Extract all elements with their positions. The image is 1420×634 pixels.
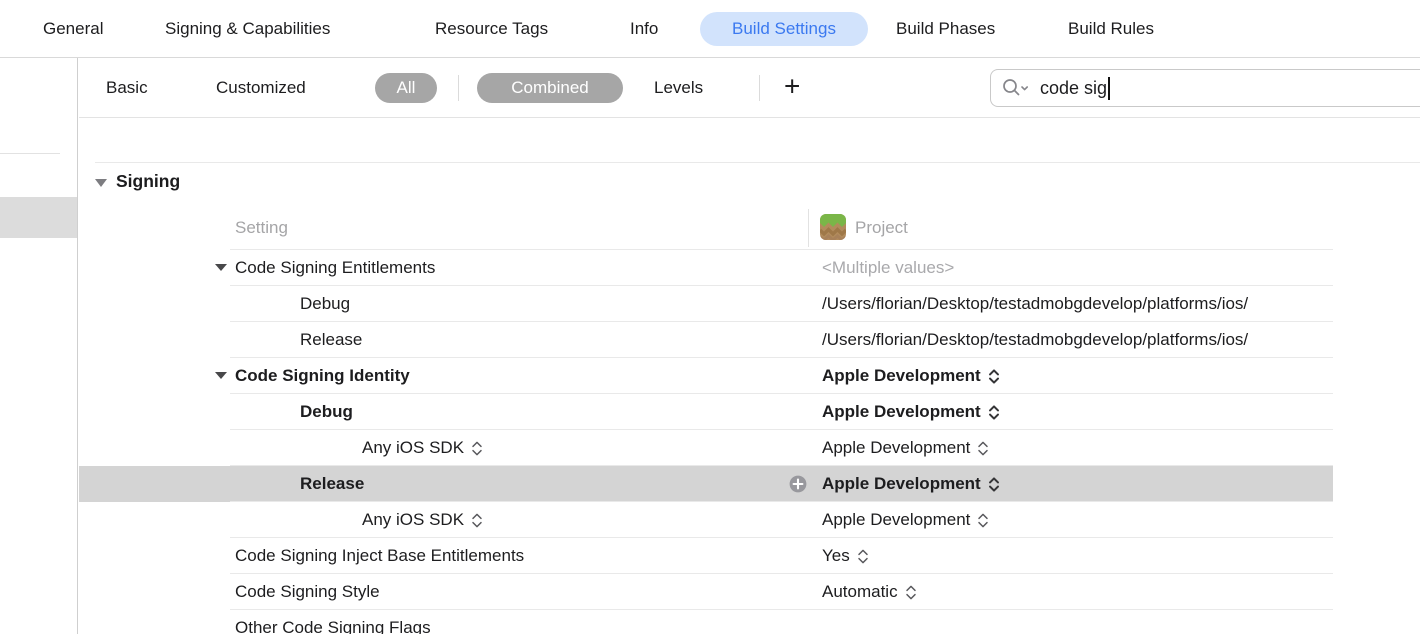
stepper-icon[interactable] [471, 440, 483, 457]
section-title: Signing [116, 171, 180, 192]
disclosure-triangle-icon[interactable] [215, 264, 227, 271]
setting-value-text: Apple Development [822, 474, 981, 494]
tab-build-rules[interactable]: Build Rules [1068, 19, 1154, 39]
table-row[interactable]: Code Signing Identity Apple Development [79, 358, 1333, 394]
disclosure-triangle-icon[interactable] [95, 179, 107, 187]
setting-value-text: /Users/florian/Desktop/testadmobgdevelop… [822, 294, 1248, 314]
signing-section-header[interactable]: Signing [95, 171, 180, 192]
stepper-icon[interactable] [977, 512, 989, 529]
setting-name: Code Signing Entitlements [235, 250, 435, 286]
setting-value[interactable]: Automatic [822, 574, 917, 610]
column-header-setting: Setting [235, 205, 288, 250]
add-setting-button[interactable]: + [784, 70, 800, 102]
setting-name: Release [300, 322, 362, 358]
table-row[interactable]: Code Signing Inject Base Entitlements Yes [79, 538, 1333, 574]
setting-value-text: Apple Development [822, 366, 981, 386]
setting-name: Release [300, 466, 364, 502]
build-settings-main: Basic Customized All Combined Levels + c… [79, 58, 1420, 634]
navigator-sidebar-edge [0, 58, 78, 634]
setting-name: Debug [300, 286, 350, 322]
search-icon [1001, 77, 1031, 99]
table-row[interactable]: Any iOS SDK Apple Development [79, 502, 1333, 538]
disclosure-triangle-icon[interactable] [215, 372, 227, 379]
setting-name: Any iOS SDK [362, 430, 483, 466]
column-divider [808, 209, 809, 247]
table-row[interactable]: Release/Users/florian/Desktop/testadmobg… [79, 322, 1333, 358]
section-divider [95, 162, 1420, 163]
setting-name: Code Signing Identity [235, 358, 410, 394]
stepper-icon[interactable] [977, 440, 989, 457]
setting-name: Code Signing Style [235, 574, 380, 610]
tab-signing-capabilities[interactable]: Signing & Capabilities [165, 19, 330, 39]
setting-value-text: /Users/florian/Desktop/testadmobgdevelop… [822, 330, 1248, 350]
setting-value[interactable]: Apple Development [822, 394, 1000, 430]
setting-value-text: <Multiple values> [822, 258, 954, 278]
toolbar-separator [458, 75, 459, 101]
tab-general[interactable]: General [43, 19, 103, 39]
setting-value-text: Apple Development [822, 402, 981, 422]
setting-value[interactable]: Apple Development [822, 358, 1000, 394]
add-value-icon[interactable] [789, 475, 807, 493]
column-header-project: Project [855, 205, 908, 250]
stepper-icon[interactable] [988, 476, 1000, 493]
setting-value[interactable]: Apple Development [822, 502, 989, 538]
setting-name: Any iOS SDK [362, 502, 483, 538]
tab-build-phases[interactable]: Build Phases [896, 19, 995, 39]
tab-info[interactable]: Info [630, 19, 658, 39]
text-cursor [1108, 77, 1110, 100]
setting-value-text: Apple Development [822, 438, 970, 458]
filter-customized[interactable]: Customized [216, 78, 306, 98]
setting-value[interactable]: Apple Development [822, 430, 989, 466]
target-tab-bar: General Signing & Capabilities Resource … [0, 0, 1420, 58]
tab-build-settings[interactable]: Build Settings [700, 12, 868, 46]
table-row[interactable]: Release Apple Development [79, 466, 1333, 502]
setting-value-text: Apple Development [822, 510, 970, 530]
tab-resource-tags[interactable]: Resource Tags [435, 19, 548, 39]
filter-levels[interactable]: Levels [654, 78, 703, 98]
table-row[interactable]: Code Signing Entitlements <Multiple value… [79, 250, 1333, 286]
table-row[interactable]: Any iOS SDK Apple Development [79, 430, 1333, 466]
table-row[interactable]: Code Signing Style Automatic [79, 574, 1333, 610]
search-input[interactable]: code sig [990, 69, 1420, 107]
setting-name: Other Code Signing Flags [235, 610, 431, 634]
setting-value-text: Automatic [822, 582, 898, 602]
stepper-icon[interactable] [988, 404, 1000, 421]
setting-value[interactable]: Apple Development [822, 466, 1000, 502]
settings-content: Signing Setting Project Code Signing Ent… [79, 118, 1420, 634]
setting-name: Debug [300, 394, 353, 430]
filter-basic[interactable]: Basic [106, 78, 148, 98]
grass-block-app-icon [820, 214, 846, 240]
filter-toolbar: Basic Customized All Combined Levels + c… [79, 58, 1420, 118]
sidebar-selected-item[interactable] [0, 197, 77, 238]
toolbar-separator [759, 75, 760, 101]
sidebar-divider [0, 153, 60, 154]
stepper-icon[interactable] [471, 512, 483, 529]
setting-name: Code Signing Inject Base Entitlements [235, 538, 524, 574]
setting-value-text: Yes [822, 546, 850, 566]
table-row[interactable]: Debug/Users/florian/Desktop/testadmobgde… [79, 286, 1333, 322]
stepper-icon[interactable] [857, 548, 869, 565]
table-row[interactable]: Other Code Signing Flags [79, 610, 1333, 634]
table-row[interactable]: Debug Apple Development [79, 394, 1333, 430]
stepper-icon[interactable] [988, 368, 1000, 385]
filter-all-pill[interactable]: All [375, 73, 437, 103]
settings-rows: Code Signing Entitlements <Multiple value… [79, 250, 1333, 634]
xcode-build-settings-pane: General Signing & Capabilities Resource … [0, 0, 1420, 634]
settings-table-header: Setting Project [79, 205, 1420, 250]
setting-value[interactable]: /Users/florian/Desktop/testadmobgdevelop… [822, 286, 1248, 322]
filter-combined-pill[interactable]: Combined [477, 73, 623, 103]
setting-value[interactable]: <Multiple values> [822, 250, 954, 286]
setting-value[interactable]: Yes [822, 538, 869, 574]
search-query-text: code sig [1040, 78, 1107, 99]
stepper-icon[interactable] [905, 584, 917, 601]
setting-value[interactable]: /Users/florian/Desktop/testadmobgdevelop… [822, 322, 1248, 358]
